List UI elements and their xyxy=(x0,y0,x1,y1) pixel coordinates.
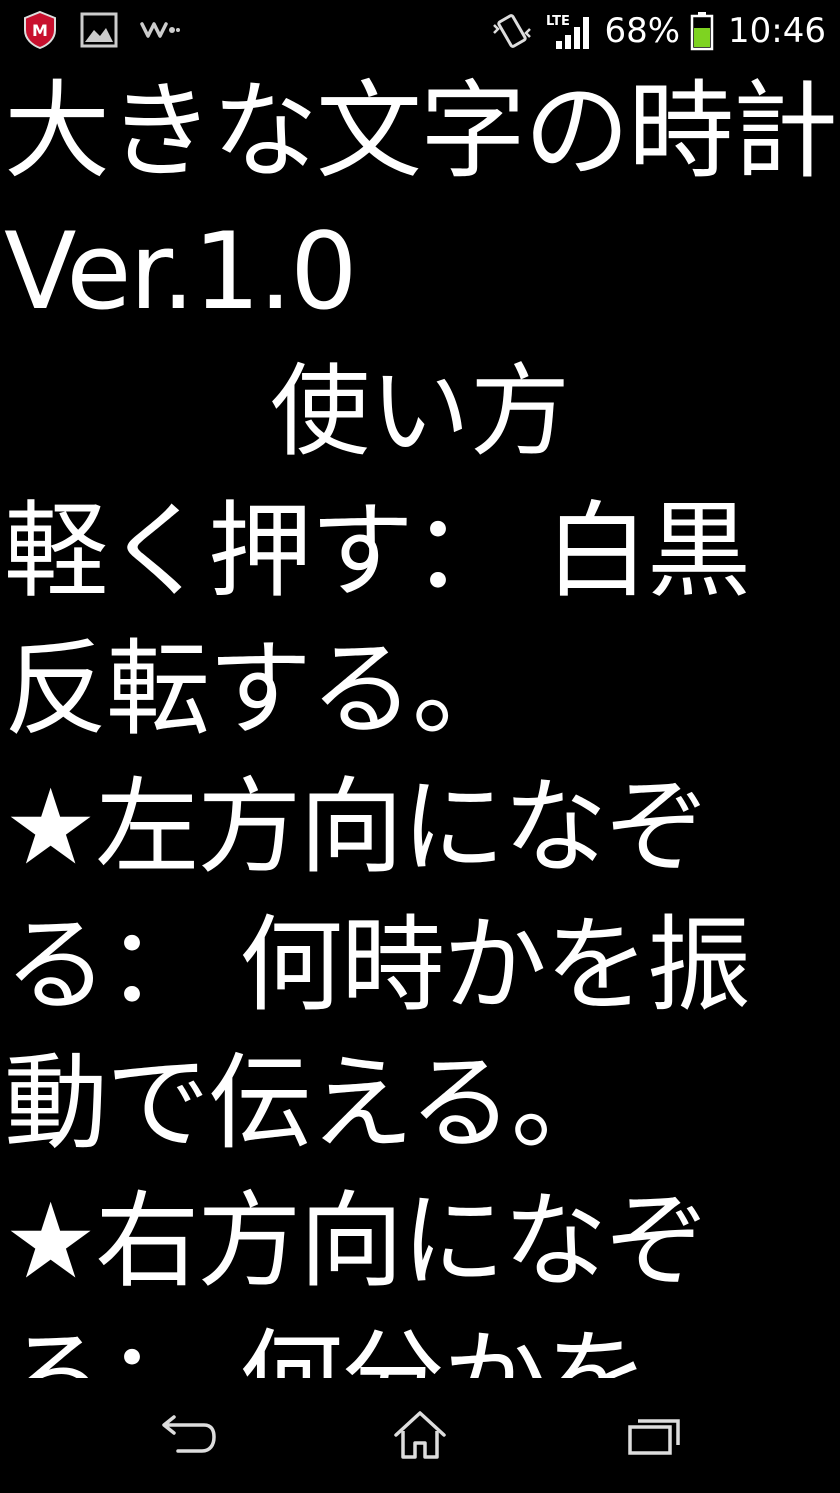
gallery-icon xyxy=(80,12,118,48)
back-button[interactable] xyxy=(148,1400,228,1470)
navigation-bar xyxy=(0,1378,840,1493)
app-title: 大きな文字の時計 Ver.1.0 xyxy=(4,70,838,333)
home-icon xyxy=(394,1411,446,1459)
notification-icons: M xyxy=(22,10,180,50)
back-icon xyxy=(162,1415,216,1453)
instruction-swipe-left: ★左方向になぞる： 何時かを振動で伝える。 xyxy=(4,766,751,1164)
usage-instructions: 軽く押す： 白黒反転する。 ★左方向になぞる： 何時かを振動で伝える。 ★右方向… xyxy=(0,482,840,1378)
instruction-swipe-right: ★右方向になぞる： 何分かを xyxy=(4,1180,709,1378)
instruction-tap: 軽く押す： 白黒反転する。 xyxy=(4,490,751,750)
system-status-icons: LTE 68% 10:46 xyxy=(490,8,826,54)
instructions-content[interactable]: 大きな文字の時計 Ver.1.0 使い方 軽く押す： 白黒反転する。 ★左方向に… xyxy=(0,62,840,1378)
network-type-label: LTE xyxy=(546,14,570,29)
usage-heading: 使い方 xyxy=(270,353,570,470)
home-button[interactable] xyxy=(380,1400,460,1470)
recents-icon xyxy=(628,1419,680,1455)
svg-text:M: M xyxy=(32,21,48,40)
recents-button[interactable] xyxy=(614,1400,694,1470)
mcafee-icon: M xyxy=(22,10,58,50)
status-bar: M LTE 68% 10:46 xyxy=(0,0,840,62)
walkman-icon xyxy=(140,18,180,42)
battery-icon xyxy=(690,11,714,51)
clock-time: 10:46 xyxy=(728,11,826,51)
vibrate-icon xyxy=(490,11,534,51)
battery-percent: 68% xyxy=(604,11,681,51)
lte-signal-icon: LTE xyxy=(544,11,594,51)
